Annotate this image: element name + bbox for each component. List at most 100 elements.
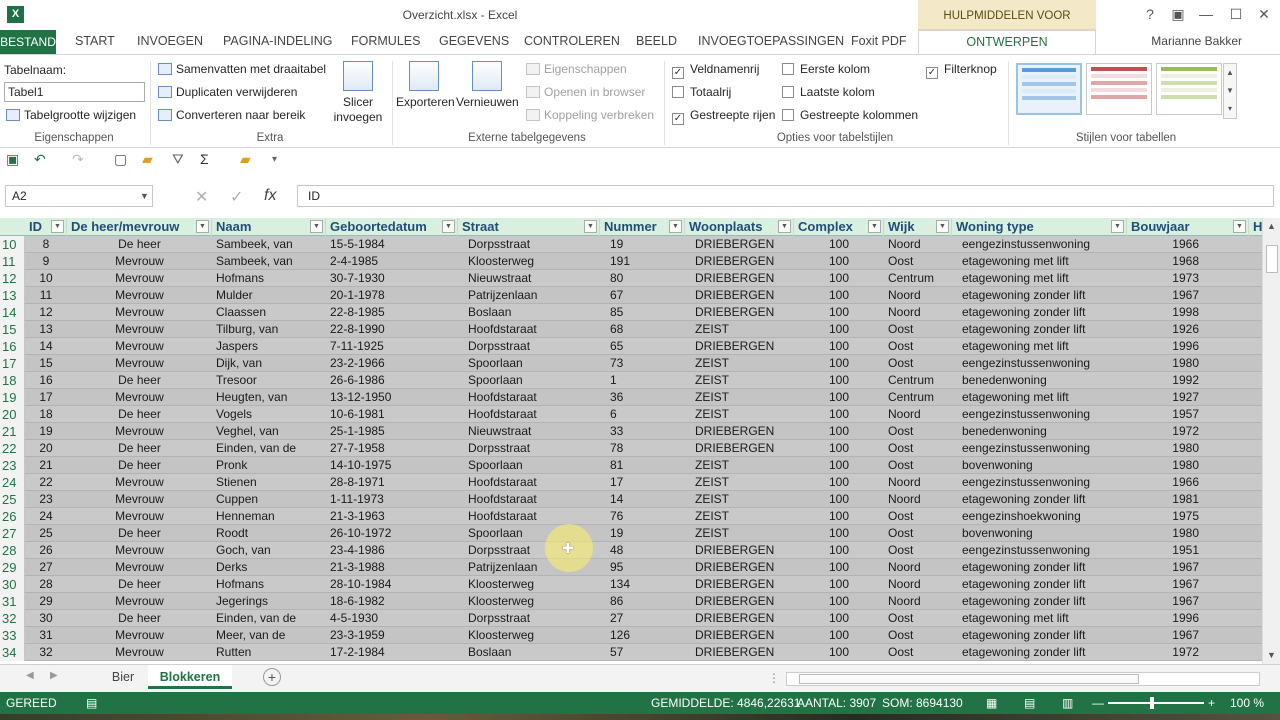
cell-salutation[interactable]: Mevrouw [67, 559, 212, 576]
cell-number[interactable]: 78 [600, 440, 685, 457]
table-row[interactable]: 12 10 Mevrouw Hofmans 30-7-1930 Nieuwstraat 80… [0, 270, 1262, 287]
cell-birthdate[interactable]: 4-5-1930 [326, 610, 458, 627]
cell-build-year[interactable]: 1996 [1127, 610, 1249, 627]
row-number[interactable]: 26 [0, 508, 25, 525]
cell-house-type[interactable]: etagewoning met lift [952, 610, 1127, 627]
cell-birthdate[interactable]: 21-3-1963 [326, 508, 458, 525]
cell-house-type[interactable]: etagewoning zonder lift [952, 644, 1127, 661]
cell-id[interactable]: 21 [25, 457, 67, 474]
cell-street[interactable]: Hoofdstaraat [458, 321, 600, 338]
cell-name[interactable]: Cuppen [212, 491, 326, 508]
row-number[interactable]: 27 [0, 525, 25, 542]
cell-complex[interactable]: 100 [794, 576, 884, 593]
total-row-checkbox[interactable]: Totaalrij [672, 85, 731, 99]
row-number[interactable]: 28 [0, 542, 25, 559]
cell-street[interactable]: Patrijzenlaan [458, 287, 600, 304]
cell-complex[interactable]: 100 [794, 559, 884, 576]
cell-number[interactable]: 67 [600, 287, 685, 304]
cell-district[interactable]: Noord [884, 576, 952, 593]
minimize-icon[interactable]: — [1196, 6, 1216, 22]
cell-street[interactable]: Nieuwstraat [458, 270, 600, 287]
table-row[interactable]: 22 20 De heer Einden, van de 27-7-1958 Dorpss… [0, 440, 1262, 457]
cell-salutation[interactable]: Mevrouw [67, 644, 212, 661]
cell-complex[interactable]: 100 [794, 321, 884, 338]
cell-build-year[interactable]: 1998 [1127, 304, 1249, 321]
cell-complex[interactable]: 100 [794, 253, 884, 270]
cell-city[interactable]: DRIEBERGEN [685, 559, 794, 576]
cell-house-type[interactable]: etagewoning zonder lift [952, 593, 1127, 610]
cell-city[interactable]: DRIEBERGEN [685, 270, 794, 287]
table-row[interactable]: 32 30 De heer Einden, van de 4-5-1930 Dorpsst… [0, 610, 1262, 627]
cell-street[interactable]: Dorpsstraat [458, 338, 600, 355]
tab-design[interactable]: ONTWERPEN [918, 30, 1096, 55]
cell-id[interactable]: 20 [25, 440, 67, 457]
cell-birthdate[interactable]: 26-6-1986 [326, 372, 458, 389]
cell-name[interactable]: Sambeek, van [212, 253, 326, 270]
header-name[interactable]: Naam ▼ [212, 218, 326, 236]
table-row[interactable]: 31 29 Mevrouw Jegerings 18-6-1982 Kloosterweg… [0, 593, 1262, 610]
cell-birthdate[interactable]: 25-1-1985 [326, 423, 458, 440]
cell-name[interactable]: Einden, van de [212, 440, 326, 457]
table-row[interactable]: 30 28 De heer Hofmans 28-10-1984 Kloosterweg 1… [0, 576, 1262, 593]
slicer-button[interactable]: Slicer invoegen [330, 61, 386, 125]
row-number[interactable]: 29 [0, 559, 25, 576]
cell-city[interactable]: DRIEBERGEN [685, 440, 794, 457]
cell-name[interactable]: Derks [212, 559, 326, 576]
folder-icon[interactable]: ▰ [240, 151, 251, 168]
cell-number[interactable]: 1 [600, 372, 685, 389]
tab-page-layout[interactable]: PAGINA-INDELING [223, 34, 333, 48]
cell-street[interactable]: Hoofdstaraat [458, 491, 600, 508]
cell-city[interactable]: DRIEBERGEN [685, 576, 794, 593]
cell-district[interactable]: Centrum [884, 372, 952, 389]
cell-build-year[interactable]: 1980 [1127, 525, 1249, 542]
cell-city[interactable]: DRIEBERGEN [685, 253, 794, 270]
cell-number[interactable]: 126 [600, 627, 685, 644]
filter-dropdown-icon[interactable]: ▼ [51, 220, 64, 233]
table-name-input[interactable]: Tabel1 [4, 82, 145, 102]
filter-dropdown-icon[interactable]: ▼ [196, 220, 209, 233]
ribbon-display-icon[interactable]: ▣ [1168, 6, 1188, 23]
name-box[interactable]: A2 [5, 185, 153, 207]
cell-name[interactable]: Roodt [212, 525, 326, 542]
row-number[interactable]: 21 [0, 423, 25, 440]
cell-district[interactable]: Oost [884, 440, 952, 457]
cell-district[interactable]: Oost [884, 423, 952, 440]
vertical-scrollbar[interactable]: ▲ ▼ [1262, 218, 1280, 664]
cell-house-type[interactable]: etagewoning zonder lift [952, 627, 1127, 644]
table-row[interactable]: 21 19 Mevrouw Veghel, van 25-1-1985 Nieuwstra… [0, 423, 1262, 440]
cell-id[interactable]: 24 [25, 508, 67, 525]
tab-start[interactable]: START [75, 34, 115, 48]
cell-build-year[interactable]: 1957 [1127, 406, 1249, 423]
cell-name[interactable]: Meer, van de [212, 627, 326, 644]
enter-icon[interactable]: ✓ [230, 187, 243, 207]
cell-birthdate[interactable]: 1-11-1973 [326, 491, 458, 508]
autosum-icon[interactable]: Σ [200, 151, 209, 167]
cell-number[interactable]: 81 [600, 457, 685, 474]
cell-salutation[interactable]: Mevrouw [67, 593, 212, 610]
cell-complex[interactable]: 100 [794, 542, 884, 559]
header-house-type[interactable]: Woning type ▼ [952, 218, 1127, 236]
cell-salutation[interactable]: Mevrouw [67, 389, 212, 406]
cell-build-year[interactable]: 1975 [1127, 508, 1249, 525]
cell-salutation[interactable]: De heer [67, 372, 212, 389]
table-style-red[interactable] [1086, 63, 1152, 115]
cell-complex[interactable]: 100 [794, 355, 884, 372]
row-number[interactable]: 15 [0, 321, 25, 338]
cell-number[interactable]: 68 [600, 321, 685, 338]
cell-street[interactable]: Kloosterweg [458, 253, 600, 270]
export-button[interactable]: Exporteren [396, 61, 455, 110]
cell-complex[interactable]: 100 [794, 593, 884, 610]
pivot-button[interactable]: Samenvatten met draaitabel [158, 62, 326, 76]
cell-name[interactable]: Veghel, van [212, 423, 326, 440]
cell-salutation[interactable]: De heer [67, 406, 212, 423]
remove-duplicates-button[interactable]: Duplicaten verwijderen [158, 85, 297, 99]
cell-district[interactable]: Oost [884, 338, 952, 355]
cell-salutation[interactable]: De heer [67, 610, 212, 627]
cell-build-year[interactable]: 1927 [1127, 389, 1249, 406]
cell-number[interactable]: 14 [600, 491, 685, 508]
zoom-slider-thumb[interactable] [1150, 697, 1154, 709]
cell-build-year[interactable]: 1992 [1127, 372, 1249, 389]
tab-insert[interactable]: INVOEGEN [137, 34, 203, 48]
tab-foxit[interactable]: Foxit PDF [851, 34, 907, 48]
table-row[interactable]: 10 8 De heer Sambeek, van 15-5-1984 Dorpsstra… [0, 236, 1262, 253]
